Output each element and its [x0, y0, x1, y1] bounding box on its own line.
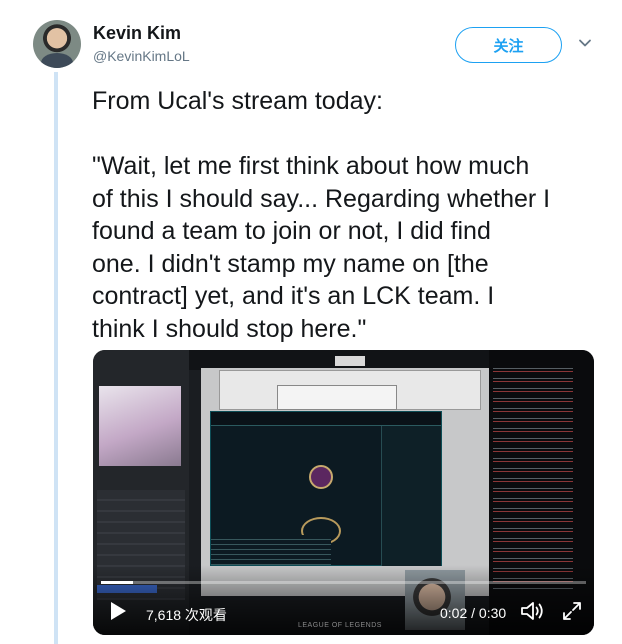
video-frame-window [277, 385, 397, 410]
video-watermark: LEAGUE OF LEGENDS [298, 622, 382, 629]
tweet-line: think I should stop here." [92, 314, 367, 343]
video-frame-champion-icon [309, 465, 333, 489]
tweet-text: From Ucal's stream today: "Wait, let me … [92, 85, 597, 345]
tweet-line: of this I should say... Regarding whethe… [92, 184, 551, 213]
avatar[interactable] [33, 20, 81, 68]
tweet-line: one. I didn't stamp my name on [the [92, 249, 489, 278]
video-frame-game-client [210, 411, 442, 566]
video-player[interactable]: 7,618 次观看 0:02 / 0:30 LEAGUE OF LEGENDS [93, 350, 594, 635]
tweet-line: "Wait, let me first think about how much [92, 152, 530, 180]
video-frame-chat-rows [493, 364, 573, 589]
play-icon[interactable] [107, 600, 129, 622]
follow-button[interactable]: 关注 [455, 27, 562, 63]
video-frame-tag [335, 356, 365, 366]
tweet-line: From Ucal's stream today: [92, 87, 383, 115]
progress-fill [101, 581, 134, 584]
video-frame-client-header [211, 412, 441, 426]
thread-line [54, 72, 58, 644]
tweet-line-gap [92, 118, 597, 151]
video-frame-album-art [99, 386, 181, 466]
time-readout: 0:02 / 0:30 [440, 605, 507, 621]
video-frame-client-sidebar [381, 426, 441, 566]
tweet-line: found a team to join or not, I did find [92, 217, 491, 245]
user-name[interactable]: Kevin Kim [93, 23, 181, 44]
progress-bar[interactable] [101, 581, 586, 584]
chevron-down-icon[interactable] [578, 36, 592, 50]
volume-icon[interactable] [520, 600, 546, 622]
user-handle[interactable]: @KevinKimLoL [93, 48, 190, 64]
video-frame-top-bar [189, 350, 489, 370]
tweet-line: contract] yet, and it's an LCK team. I [92, 282, 495, 310]
video-frame-client-chat [211, 535, 331, 565]
fullscreen-icon[interactable] [561, 600, 583, 622]
view-count: 7,618 次观看 [146, 607, 227, 623]
